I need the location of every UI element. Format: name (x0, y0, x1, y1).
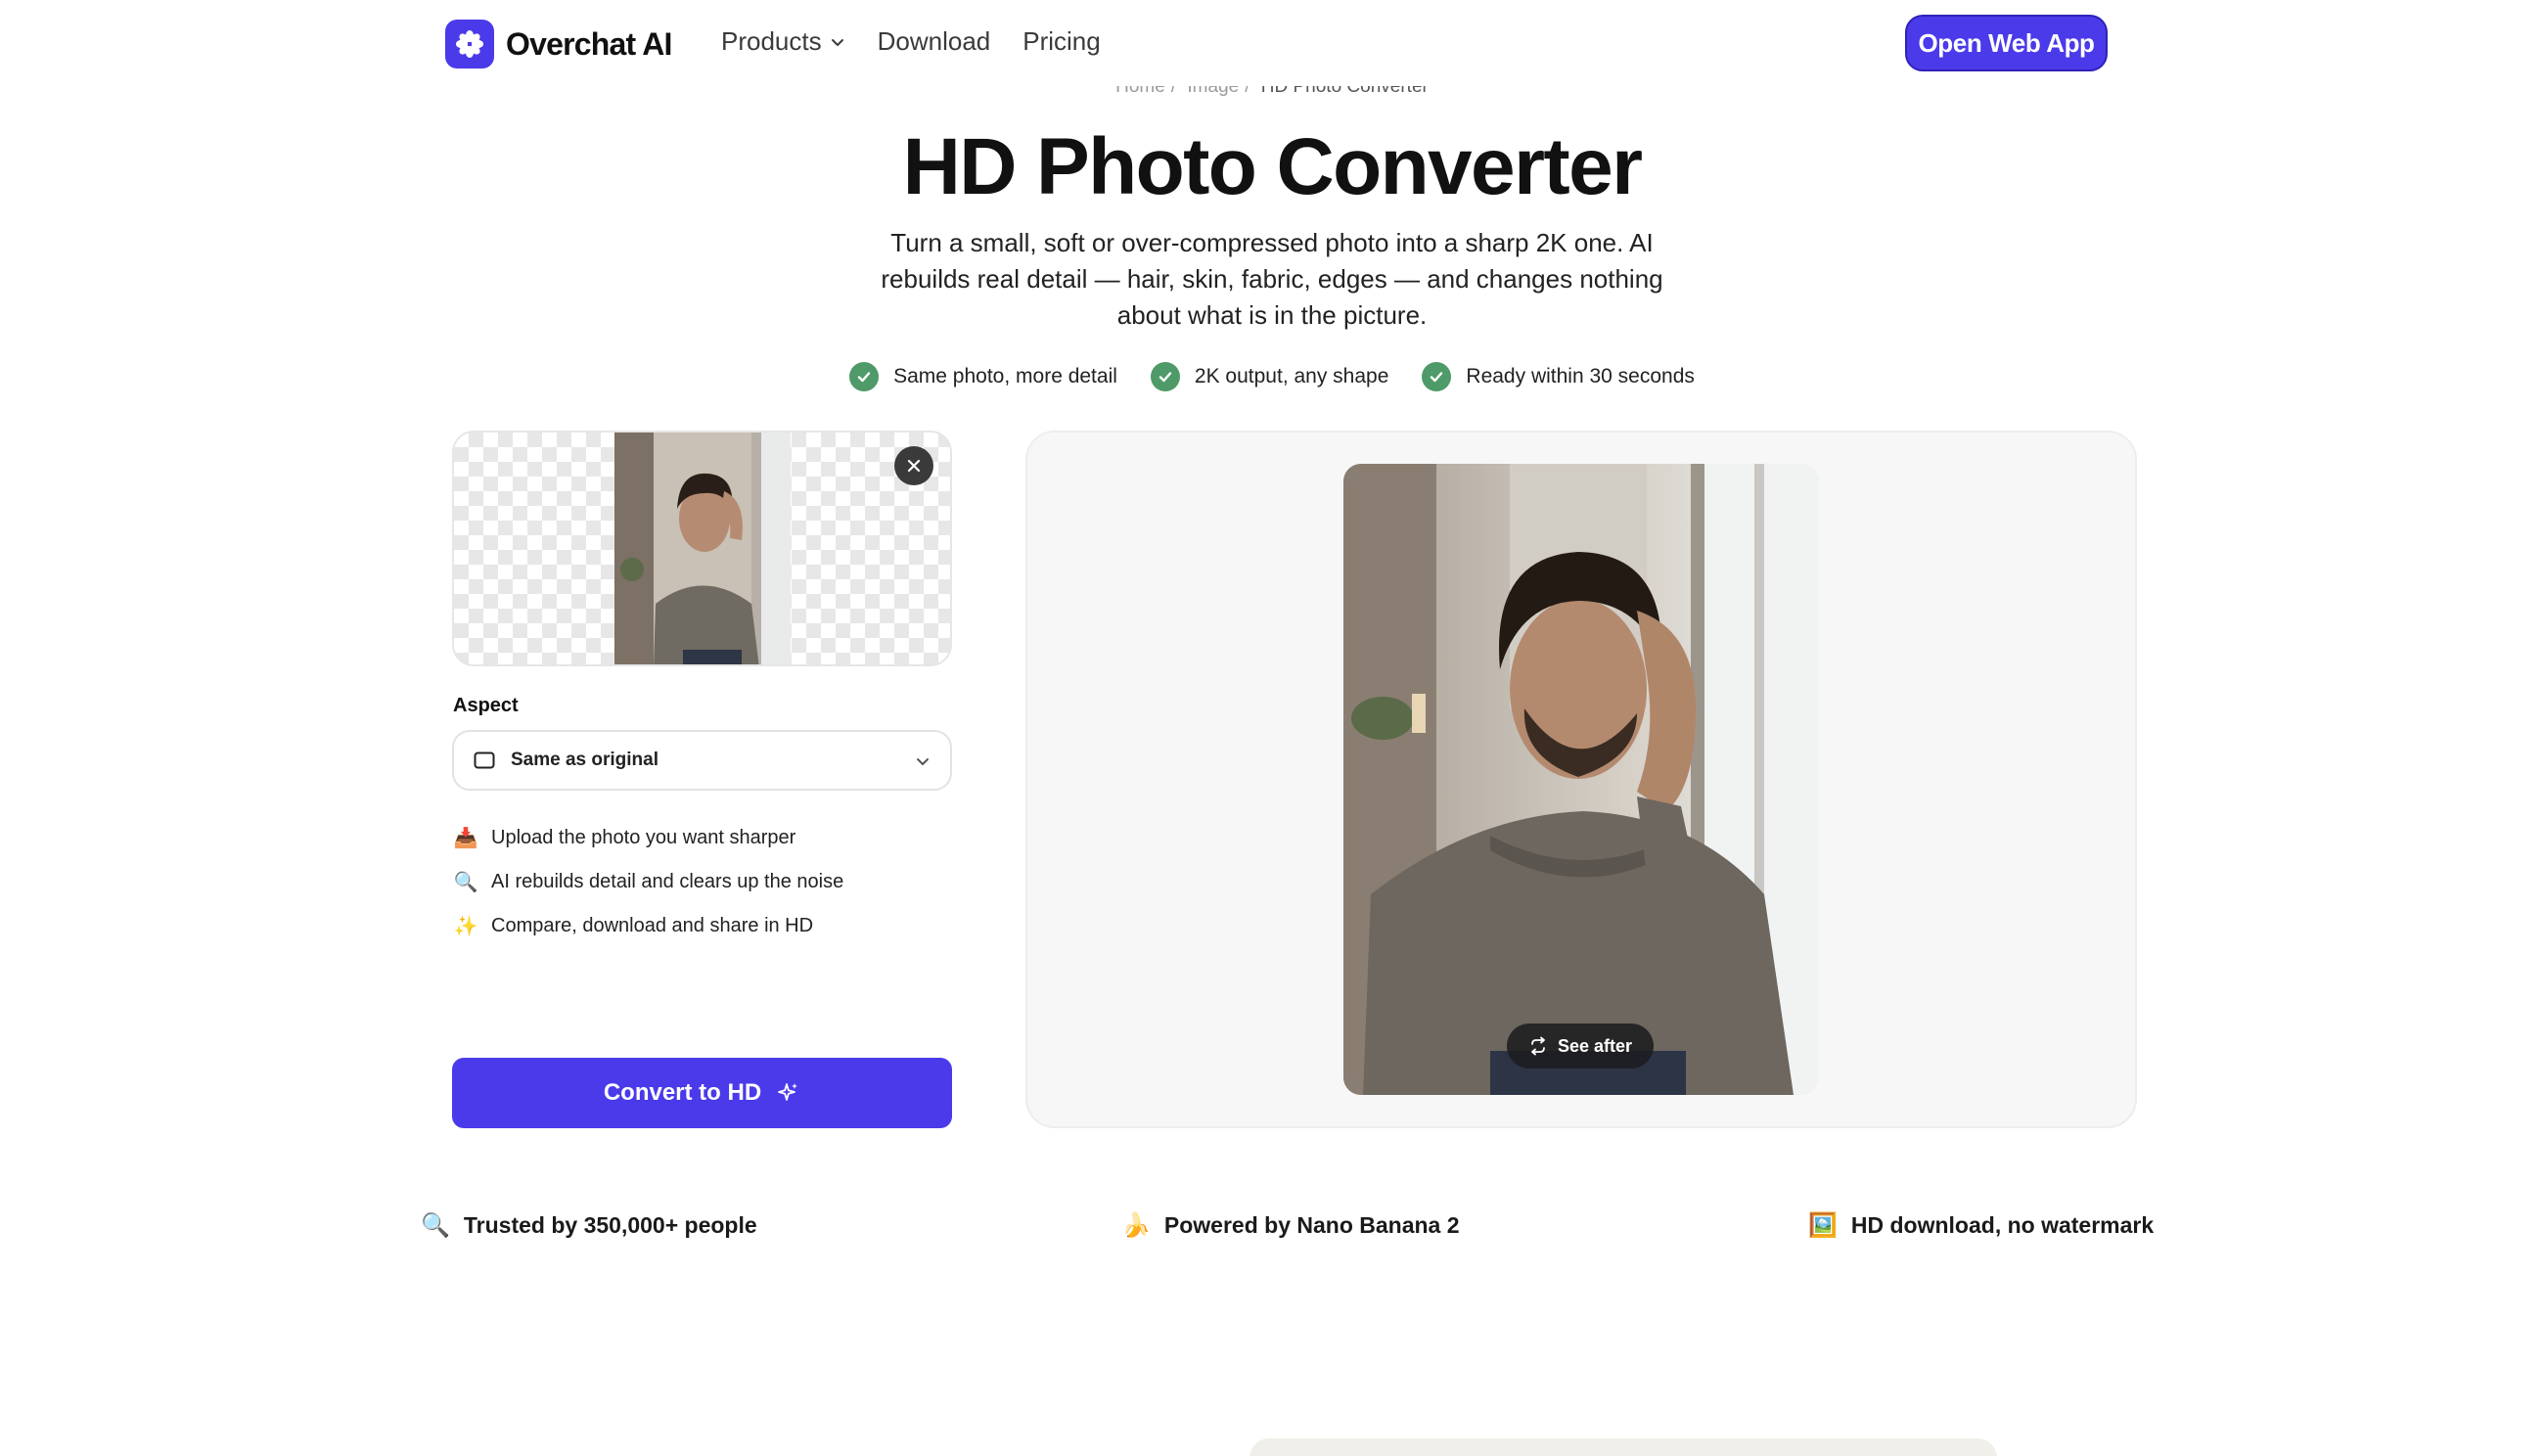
aspect-select[interactable]: Same as original (452, 730, 952, 791)
banana-icon: 🍌 (1121, 1212, 1151, 1239)
step-text: Compare, download and share in HD (491, 915, 814, 936)
chevron-down-icon (831, 38, 843, 46)
result-photo (1343, 464, 1819, 1095)
check-icon (849, 362, 880, 391)
magnifier-icon: 🔍 (453, 872, 478, 893)
nav-products[interactable]: Products (721, 26, 845, 57)
next-section-card (1249, 1438, 1997, 1456)
trust-text: Powered by Nano Banana 2 (1163, 1212, 1460, 1238)
convert-button-label: Convert to HD (603, 1079, 762, 1106)
framed-picture-icon: 🖼️ (1808, 1212, 1838, 1239)
step-text: Upload the photo you want sharper (491, 827, 796, 848)
step-item: ✨ Compare, download and share in HD (452, 904, 843, 948)
brand-name: Overchat AI (506, 25, 672, 62)
sparkle-icon (778, 1083, 798, 1101)
see-after-label: See after (1557, 1035, 1633, 1056)
sparkles-icon: ✨ (453, 916, 478, 937)
feature-badge-label: 2K output, any shape (1194, 365, 1389, 387)
check-icon (1422, 362, 1452, 391)
aspect-frame-icon (474, 751, 495, 769)
top-nav: Overchat AI Products Download Pricing Op… (0, 0, 2544, 86)
remove-image-button[interactable] (894, 446, 933, 485)
step-item: 🔍 AI rebuilds detail and clears up the n… (452, 860, 844, 904)
trust-text: Trusted by 350,000+ people (463, 1212, 757, 1238)
inbox-tray-icon: 📥 (453, 828, 478, 849)
feature-badge: Ready within 30 seconds (1422, 362, 1695, 391)
trust-item: 🔍 Trusted by 350,000+ people (421, 1211, 757, 1240)
convert-to-hd-button[interactable]: Convert to HD (452, 1058, 952, 1128)
uploaded-image-dropzone[interactable] (452, 431, 952, 666)
nav-links: Products Download Pricing (721, 26, 1133, 57)
nav-products-label: Products (721, 26, 822, 56)
close-icon (907, 459, 921, 473)
feature-badge-label: Same photo, more detail (893, 365, 1117, 387)
page-subtitle: Turn a small, soft or over-compressed ph… (881, 228, 1663, 330)
feature-badge: Same photo, more detail (849, 362, 1117, 391)
check-icon (1150, 362, 1180, 391)
nav-download[interactable]: Download (878, 26, 991, 57)
uploaded-photo-thumbnail (614, 432, 791, 664)
aspect-label: Aspect (453, 695, 519, 716)
swap-arrows-icon (1531, 1036, 1545, 1056)
open-web-app-button[interactable]: Open Web App (1905, 15, 2108, 71)
page-title: HD Photo Converter (902, 122, 1643, 211)
feature-badge: 2K output, any shape (1150, 362, 1389, 391)
trust-text: HD download, no watermark (1850, 1212, 2155, 1238)
see-after-toggle[interactable]: See after (1507, 1024, 1654, 1069)
feature-badges: Same photo, more detail 2K output, any s… (0, 362, 2544, 391)
trust-item: 🍌 Powered by Nano Banana 2 (1121, 1211, 1460, 1240)
step-item: 📥 Upload the photo you want sharper (452, 816, 843, 860)
step-text: AI rebuilds detail and clears up the noi… (491, 871, 844, 892)
trust-item: 🖼️ HD download, no watermark (1808, 1211, 2154, 1240)
feature-badge-label: Ready within 30 seconds (1466, 365, 1695, 387)
logo-icon (445, 20, 494, 68)
nav-pricing[interactable]: Pricing (1022, 26, 1100, 57)
magnifier-icon: 🔍 (421, 1212, 450, 1239)
how-it-works-steps: 📥 Upload the photo you want sharper 🔍 AI… (452, 816, 844, 948)
brand-logo[interactable]: Overchat AI (445, 20, 672, 68)
chevron-down-icon (917, 758, 929, 765)
aspect-select-value: Same as original (511, 750, 659, 770)
